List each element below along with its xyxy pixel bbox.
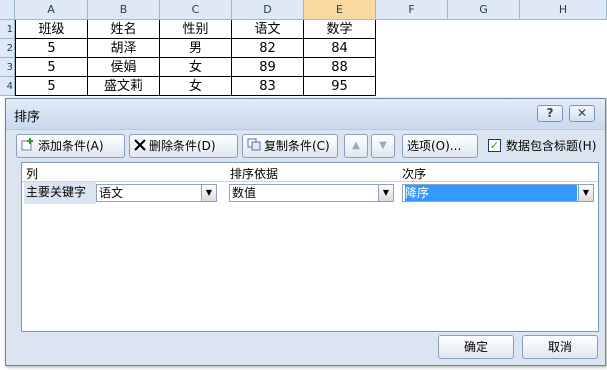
copy-condition-label: 复制条件(C) xyxy=(264,139,330,153)
col-header-d[interactable]: D xyxy=(232,0,304,20)
column-select-value: 语文 xyxy=(99,186,124,200)
add-condition-label: 添加条件(A) xyxy=(38,139,104,153)
primary-key-label: 主要关键字 xyxy=(24,182,96,204)
cell-b3[interactable]: 侯娟 xyxy=(88,58,160,77)
cell-c4[interactable]: 女 xyxy=(160,77,232,96)
cell-c3[interactable]: 女 xyxy=(160,58,232,77)
cell-e4[interactable]: 95 xyxy=(304,77,376,96)
row-header-1[interactable]: 1 xyxy=(0,20,15,39)
move-up-button[interactable]: ▲ xyxy=(344,134,368,158)
ok-button[interactable]: 确定 xyxy=(438,335,514,359)
row-header-4[interactable]: 4 xyxy=(0,77,15,96)
cell-a1[interactable]: 班级 xyxy=(15,20,88,39)
col-header-c[interactable]: C xyxy=(160,0,232,20)
sort-dialog: 排序 ? ✕ 添加条件(A) 删除条件(D) 复制条件(C) ▲ ▼ 选项(O)… xyxy=(5,98,606,366)
column-header-col: 列 xyxy=(26,167,39,181)
cell-a4[interactable]: 5 xyxy=(15,77,88,96)
cell-e1[interactable]: 数学 xyxy=(304,20,376,39)
sort-toolbar: 添加条件(A) 删除条件(D) 复制条件(C) ▲ ▼ 选项(O)... ✓ 数… xyxy=(16,134,599,160)
column-header-basis: 排序依据 xyxy=(230,167,279,181)
cell-e2[interactable]: 84 xyxy=(304,39,376,58)
header-checkbox-label[interactable]: 数据包含标题(H) xyxy=(506,137,596,154)
row-header-3[interactable]: 3 xyxy=(0,58,15,77)
add-condition-icon xyxy=(21,136,35,158)
cell-b4[interactable]: 盛文莉 xyxy=(88,77,160,96)
header-checkbox[interactable]: ✓ xyxy=(488,139,501,152)
close-button[interactable]: ✕ xyxy=(569,105,595,122)
dialog-titlebar[interactable]: 排序 ? ✕ xyxy=(6,99,605,130)
cell-a2[interactable]: 5 xyxy=(15,39,88,58)
cell-e3[interactable]: 88 xyxy=(304,58,376,77)
cell-c2[interactable]: 男 xyxy=(160,39,232,58)
sort-conditions-grid: 列 排序依据 次序 主要关键字 语文 ▼ 数值 ▼ 降序 ▼ xyxy=(21,162,599,332)
sort-basis-value: 数值 xyxy=(232,186,257,200)
col-header-g[interactable]: G xyxy=(448,0,520,20)
row-header-2[interactable]: 2 xyxy=(0,39,15,58)
cell-b1[interactable]: 姓名 xyxy=(88,20,160,39)
col-header-e[interactable]: E xyxy=(304,0,376,20)
col-header-h[interactable]: H xyxy=(520,0,607,20)
cell-d2[interactable]: 82 xyxy=(232,39,304,58)
column-header-order: 次序 xyxy=(402,167,427,181)
cell-d3[interactable]: 89 xyxy=(232,58,304,77)
col-header-a[interactable]: A xyxy=(15,0,88,20)
delete-condition-label: 删除条件(D) xyxy=(149,139,216,153)
cell-d1[interactable]: 语文 xyxy=(232,20,304,39)
grid-header-divider xyxy=(22,181,598,182)
check-icon: ✓ xyxy=(489,139,500,152)
cancel-button[interactable]: 取消 xyxy=(522,335,598,359)
select-all-corner[interactable] xyxy=(0,0,15,20)
col-header-f[interactable]: F xyxy=(376,0,448,20)
dropdown-arrow-icon[interactable]: ▼ xyxy=(578,185,593,201)
dropdown-arrow-icon[interactable]: ▼ xyxy=(201,185,216,201)
add-condition-button[interactable]: 添加条件(A) xyxy=(16,134,125,158)
cell-c1[interactable]: 性别 xyxy=(160,20,232,39)
copy-icon xyxy=(247,136,261,158)
delete-condition-button[interactable]: 删除条件(D) xyxy=(129,134,238,158)
delete-x-icon xyxy=(134,136,146,158)
options-button[interactable]: 选项(O)... xyxy=(402,134,478,158)
help-button[interactable]: ? xyxy=(537,105,563,122)
order-select[interactable]: 降序 ▼ xyxy=(402,184,594,202)
column-select[interactable]: 语文 ▼ xyxy=(96,184,217,202)
copy-condition-button[interactable]: 复制条件(C) xyxy=(242,134,338,158)
sort-basis-select[interactable]: 数值 ▼ xyxy=(229,184,394,202)
cell-b2[interactable]: 胡泽 xyxy=(88,39,160,58)
col-header-b[interactable]: B xyxy=(88,0,160,20)
cell-d4[interactable]: 83 xyxy=(232,77,304,96)
dropdown-arrow-icon[interactable]: ▼ xyxy=(378,185,393,201)
dialog-title: 排序 xyxy=(14,110,41,125)
order-select-value: 降序 xyxy=(405,185,577,201)
move-down-button[interactable]: ▼ xyxy=(371,134,395,158)
cell-a3[interactable]: 5 xyxy=(15,58,88,77)
